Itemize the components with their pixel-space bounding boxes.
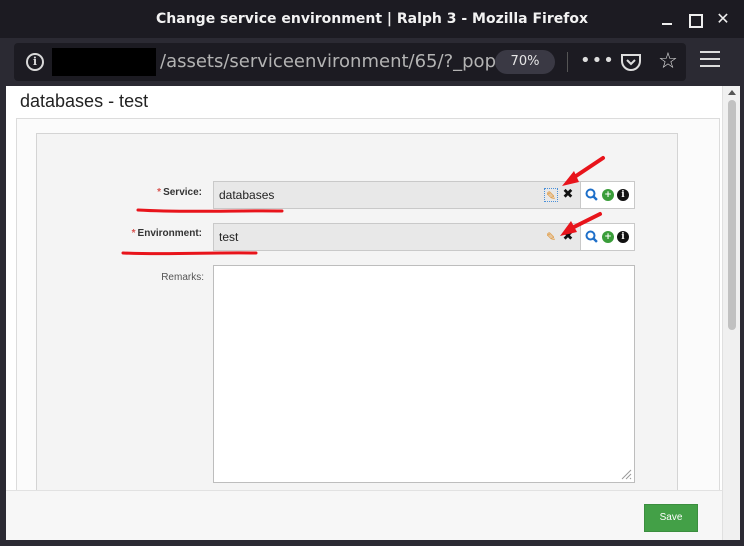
environment-actions: + i bbox=[581, 223, 635, 251]
environment-label: * Environment: bbox=[132, 228, 202, 239]
service-label: * Service: bbox=[157, 187, 202, 198]
details-info-icon[interactable]: i bbox=[617, 189, 629, 201]
add-plus-icon[interactable]: + bbox=[602, 189, 614, 201]
pencil-icon[interactable]: ✎ bbox=[544, 230, 558, 244]
title-bar: Change service environment | Ralph 3 - M… bbox=[0, 0, 744, 38]
pencil-icon[interactable]: ✎ bbox=[544, 188, 558, 203]
required-marker: * bbox=[157, 187, 162, 198]
page-title: databases - test bbox=[20, 91, 149, 111]
service-field[interactable]: databases ✎ ✖ bbox=[213, 181, 581, 209]
maximize-icon[interactable] bbox=[683, 8, 705, 30]
service-value: databases bbox=[219, 188, 275, 202]
redacted-host bbox=[52, 48, 156, 76]
pocket-icon[interactable] bbox=[620, 52, 642, 72]
minimize-icon[interactable] bbox=[656, 8, 678, 30]
remove-x-icon[interactable]: ✖ bbox=[561, 229, 575, 245]
scroll-up-arrow-icon[interactable] bbox=[728, 90, 736, 95]
search-icon[interactable] bbox=[585, 230, 599, 244]
scroll-thumb[interactable] bbox=[728, 100, 736, 330]
page-content: databases - test * Service: databases ✎ ✖… bbox=[6, 86, 740, 540]
zoom-level[interactable]: 70% bbox=[495, 50, 555, 74]
environment-field[interactable]: test ✎ ✖ bbox=[213, 223, 581, 251]
url-bar-divider bbox=[567, 52, 568, 72]
remarks-textarea[interactable] bbox=[213, 265, 635, 483]
close-icon[interactable]: ✕ bbox=[712, 8, 734, 30]
remarks-label: Remarks: bbox=[161, 272, 204, 283]
more-dots-icon[interactable]: ••• bbox=[580, 50, 614, 74]
resize-grip-icon[interactable] bbox=[620, 468, 632, 480]
navigation-bar: i /assets/serviceenvironment/65/?_popup … bbox=[0, 38, 744, 86]
search-icon[interactable] bbox=[585, 188, 599, 202]
hamburger-menu-icon[interactable] bbox=[700, 51, 720, 69]
remove-x-icon[interactable]: ✖ bbox=[561, 187, 575, 203]
service-actions: + i bbox=[581, 181, 635, 209]
window-title: Change service environment | Ralph 3 - M… bbox=[156, 11, 588, 27]
add-plus-icon[interactable]: + bbox=[602, 231, 614, 243]
environment-label-text: Environment: bbox=[137, 228, 202, 239]
form-footer: Save bbox=[6, 490, 722, 540]
url-text[interactable]: /assets/serviceenvironment/65/?_popup bbox=[160, 43, 519, 81]
browser-window: Change service environment | Ralph 3 - M… bbox=[0, 0, 744, 546]
environment-value: test bbox=[219, 230, 239, 244]
bookmark-star-icon[interactable]: ☆ bbox=[655, 49, 681, 75]
required-marker: * bbox=[131, 228, 136, 239]
scrollbar[interactable] bbox=[722, 86, 740, 540]
info-icon[interactable]: i bbox=[26, 53, 44, 71]
url-bar[interactable]: i /assets/serviceenvironment/65/?_popup … bbox=[14, 43, 686, 81]
service-label-text: Service: bbox=[163, 187, 202, 198]
details-info-icon[interactable]: i bbox=[617, 231, 629, 243]
save-button[interactable]: Save bbox=[644, 504, 698, 532]
